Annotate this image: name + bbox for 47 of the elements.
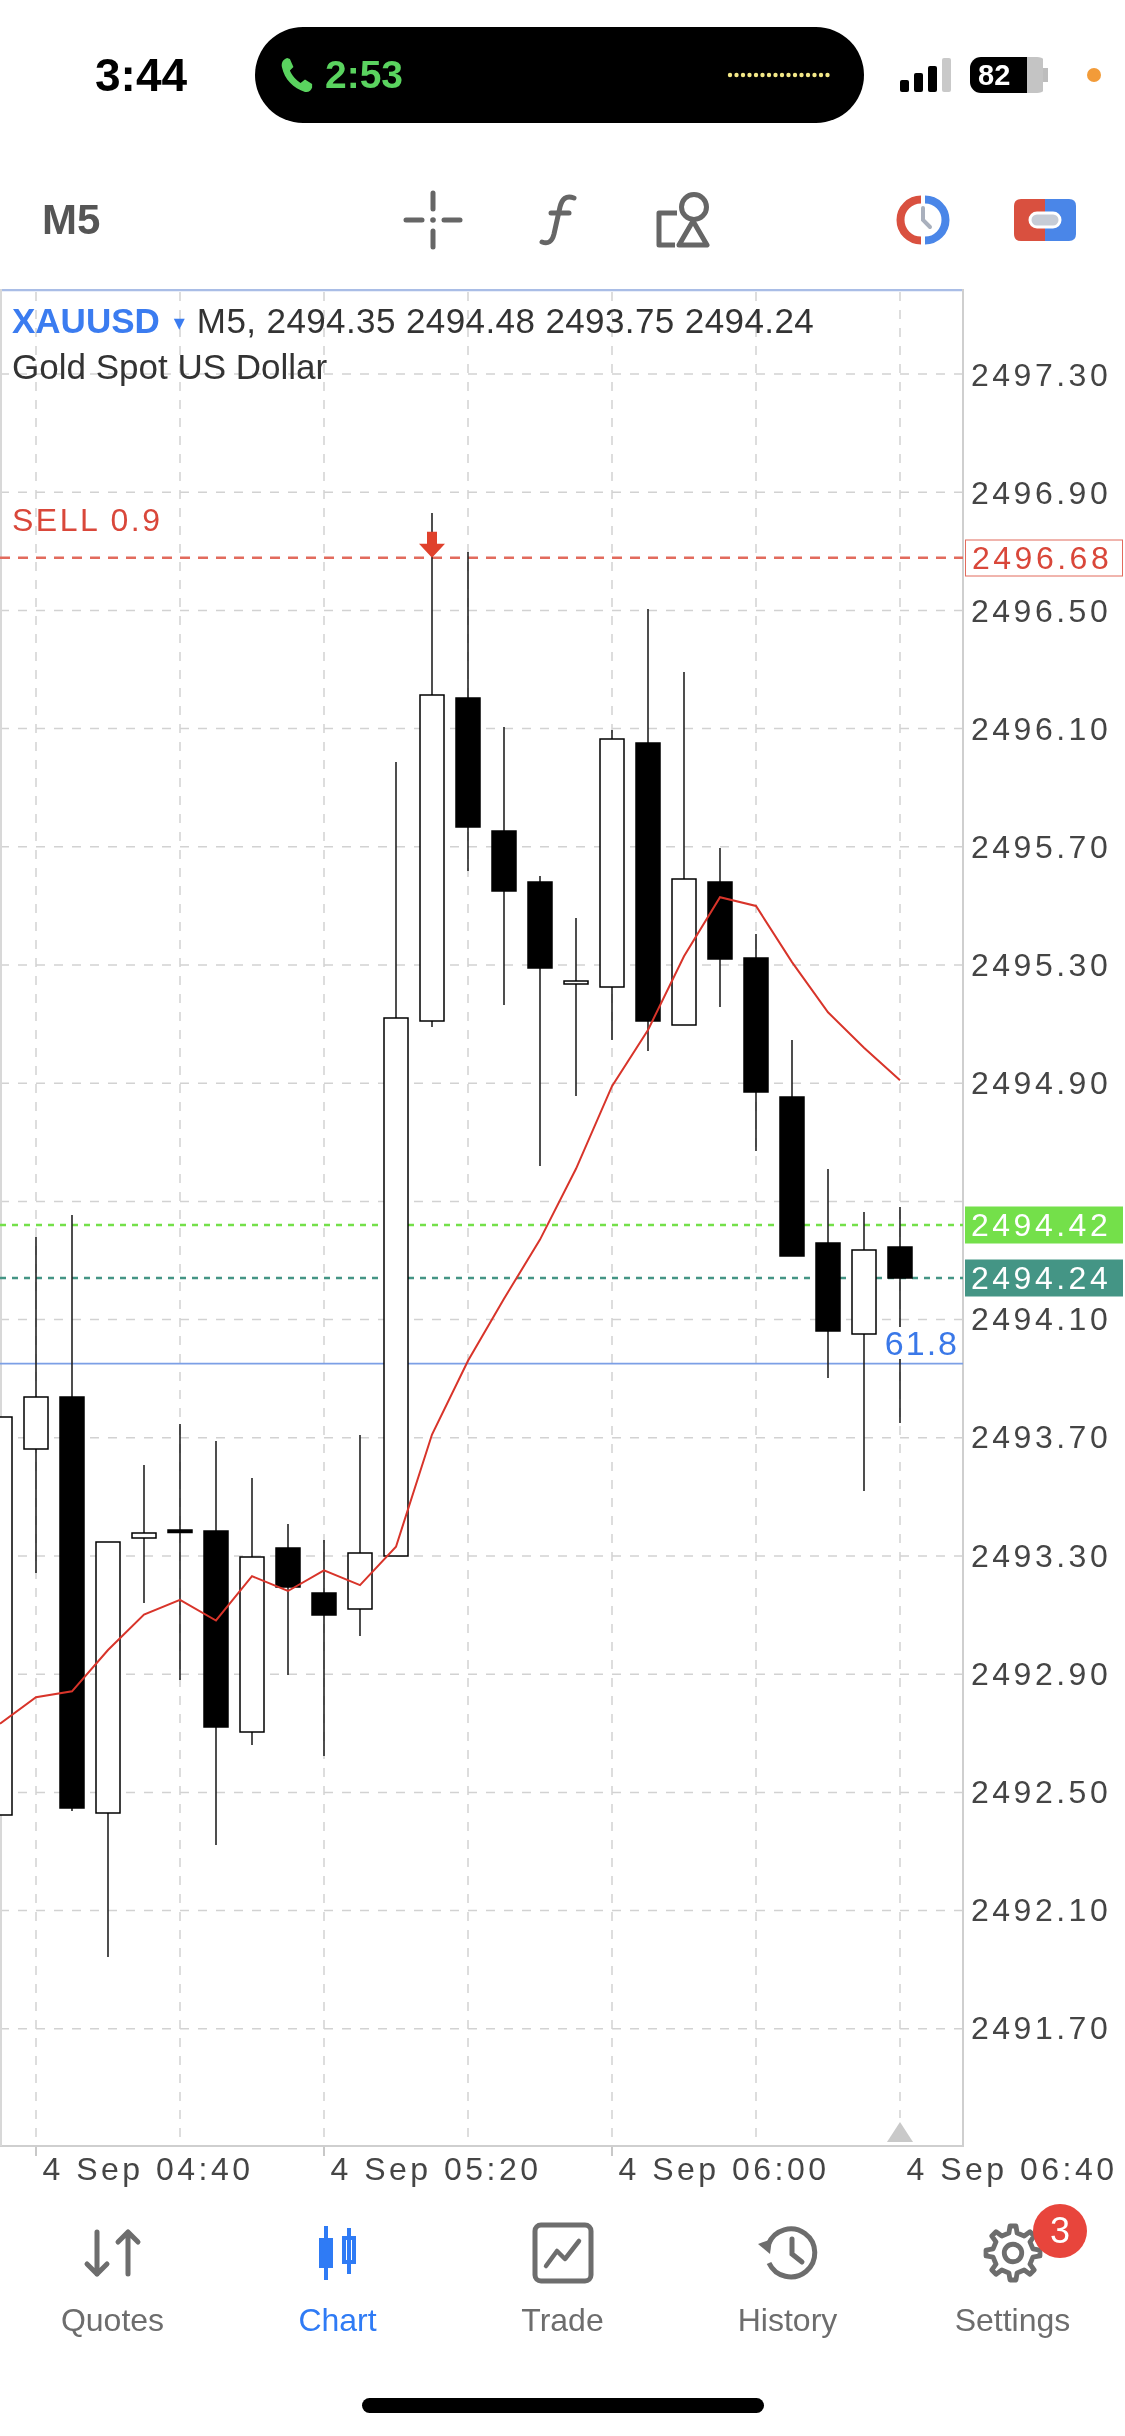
call-pill[interactable]: 2:53 [255,27,864,123]
price-axis-label: 2496.90 [971,475,1112,510]
ohlc-quote: M5, 2494.35 2494.48 2493.75 2494.24 [196,300,815,342]
bid-price-label: 2494.24 [965,1259,1123,1297]
price-axis-label: 2495.30 [971,948,1112,983]
price-axis-label: 2492.50 [971,1774,1112,1809]
price-axis-label: 2495.70 [971,830,1112,864]
timeframe-button[interactable]: M5 [38,195,105,244]
phone-icon [281,56,313,94]
ask-price-label: 2494.42 [965,1206,1123,1244]
time-axis-label: 4 Sep 05:20 [330,2152,542,2186]
crosshair-icon[interactable] [403,189,464,250]
order-price-label: 2496.68 [965,539,1123,577]
tab-button[interactable]: Quotes [0,2200,225,2360]
order-label: SELL 0.9 [12,503,163,536]
tab-button[interactable]: Chart [225,2200,450,2360]
sell-arrow-icon [419,531,445,558]
tab-button[interactable]: History [675,2200,900,2360]
indicator-dot-icon [1087,68,1101,82]
price-axis-label: 2497.30 [971,357,1112,392]
price-axis-label: 2493.30 [971,1538,1112,1573]
status-time: 3:44 [95,48,189,102]
price-axis-label: 2493.70 [971,1420,1112,1455]
signal-icon [900,58,952,92]
price-axis-label: 2494.10 [971,1302,1112,1337]
shapes-icon[interactable] [655,190,712,249]
price-axis-label: 2492.10 [971,1892,1112,1927]
toggle-icon[interactable] [1014,198,1077,241]
time-axis-label: 4 Sep 06:40 [906,2152,1118,2186]
price-axis-label: 2491.70 [971,2010,1112,2045]
price-axis-label: 2494.90 [971,1066,1112,1101]
price-axis-label: 2496.50 [971,593,1112,628]
price-axis-label: 2496.10 [971,711,1112,746]
time-axis-label: 4 Sep 06:00 [618,2152,830,2186]
symbol-name[interactable]: XAUUSD [12,299,160,343]
dropdown-caret-icon[interactable]: ▾ [173,301,185,345]
audio-waveform-icon [727,72,831,78]
line-chart-icon [531,2222,594,2284]
function-icon[interactable] [539,193,578,246]
notification-badge: 3 [1033,2204,1087,2258]
tab-button[interactable]: Trade [450,2200,675,2360]
battery-indicator: 82 [970,57,1048,93]
symbol-description: Gold Spot US Dollar [12,346,329,388]
triangle-marker-icon [887,2122,913,2142]
tab-button[interactable]: Settings 3 [900,2200,1125,2360]
price-axis-label: 2492.90 [971,1656,1112,1691]
time-axis-label: 4 Sep 04:40 [42,2152,254,2186]
